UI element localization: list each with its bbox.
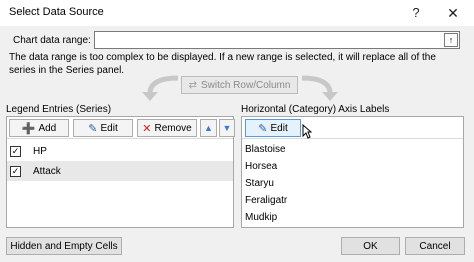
category-item[interactable]: Feraligatr — [242, 192, 463, 209]
edit-axis-label: Edit — [270, 122, 288, 134]
series-checkbox-hp[interactable]: ✓ — [10, 145, 21, 157]
chart-data-range-label: Chart data range: — [13, 35, 91, 46]
title-bar: Select Data Source ? ✕ — [0, 0, 474, 26]
category-item[interactable]: Staryu — [242, 175, 463, 192]
move-down-icon: ▼ — [222, 123, 232, 133]
category-list: Blastoise Horsea Staryu Feraligatr Mudki… — [242, 141, 463, 226]
category-item[interactable]: Blastoise — [242, 141, 463, 158]
series-name-attack: Attack — [33, 165, 61, 177]
series-checkbox-attack[interactable]: ✓ — [10, 165, 21, 177]
range-message: The data range is too complex to be disp… — [9, 52, 436, 76]
move-up-button[interactable]: ▲ — [200, 119, 217, 137]
category-item[interactable]: Mudkip — [242, 209, 463, 226]
edit-axis-labels-button[interactable]: ✎ Edit — [245, 119, 301, 137]
range-picker-icon[interactable]: ↑ — [444, 33, 458, 47]
edit-label: Edit — [100, 122, 118, 134]
legend-toolbar: ➕ Add ✎ Edit ✕ Remove ▲ ▼ — [7, 117, 235, 139]
switch-icon: ⇄ — [188, 79, 197, 91]
add-label: Add — [38, 122, 57, 134]
remove-icon: ✕ — [142, 122, 152, 135]
add-icon: ➕ — [21, 122, 36, 135]
hidden-empty-cells-button[interactable]: Hidden and Empty Cells — [6, 237, 122, 255]
edit-series-button[interactable]: ✎ Edit — [73, 119, 133, 137]
axis-labels-panel: ✎ Edit Blastoise Horsea Staryu Feraligat… — [241, 116, 464, 228]
help-button[interactable]: ? — [406, 3, 426, 23]
edit-icon: ✎ — [88, 122, 98, 135]
legend-entries-heading: Legend Entries (Series) — [6, 104, 112, 115]
category-item[interactable]: Horsea — [242, 158, 463, 175]
add-series-button[interactable]: ➕ Add — [9, 119, 69, 137]
window-title: Select Data Source — [9, 6, 104, 18]
legend-entries-panel: ➕ Add ✎ Edit ✕ Remove ▲ ▼ ✓ HP ✓ Attack — [6, 116, 235, 228]
curved-arrow-left-icon — [142, 75, 179, 101]
chart-data-range-input[interactable]: ↑ — [94, 31, 460, 49]
remove-label: Remove — [154, 122, 192, 134]
move-up-icon: ▲ — [204, 123, 213, 133]
axis-labels-heading: Horizontal (Category) Axis Labels — [241, 104, 390, 115]
move-down-button[interactable]: ▼ — [219, 119, 235, 137]
curved-arrow-right-icon — [301, 75, 338, 101]
axis-toolbar: ✎ Edit — [242, 117, 463, 139]
switch-row-column-button[interactable]: ⇄ Switch Row/Column — [181, 76, 298, 94]
series-list: ✓ HP ✓ Attack — [7, 141, 233, 181]
cancel-button[interactable]: Cancel — [405, 237, 465, 255]
edit-icon: ✎ — [258, 122, 268, 135]
series-row-hp[interactable]: ✓ HP — [7, 141, 233, 161]
series-name-hp: HP — [33, 145, 47, 157]
remove-series-button[interactable]: ✕ Remove — [137, 119, 197, 137]
switch-row-column-label: Switch Row/Column — [200, 79, 291, 91]
close-button[interactable]: ✕ — [443, 3, 463, 23]
series-row-attack[interactable]: ✓ Attack — [7, 161, 233, 181]
mouse-cursor-icon — [302, 124, 312, 139]
ok-button[interactable]: OK — [341, 237, 400, 255]
